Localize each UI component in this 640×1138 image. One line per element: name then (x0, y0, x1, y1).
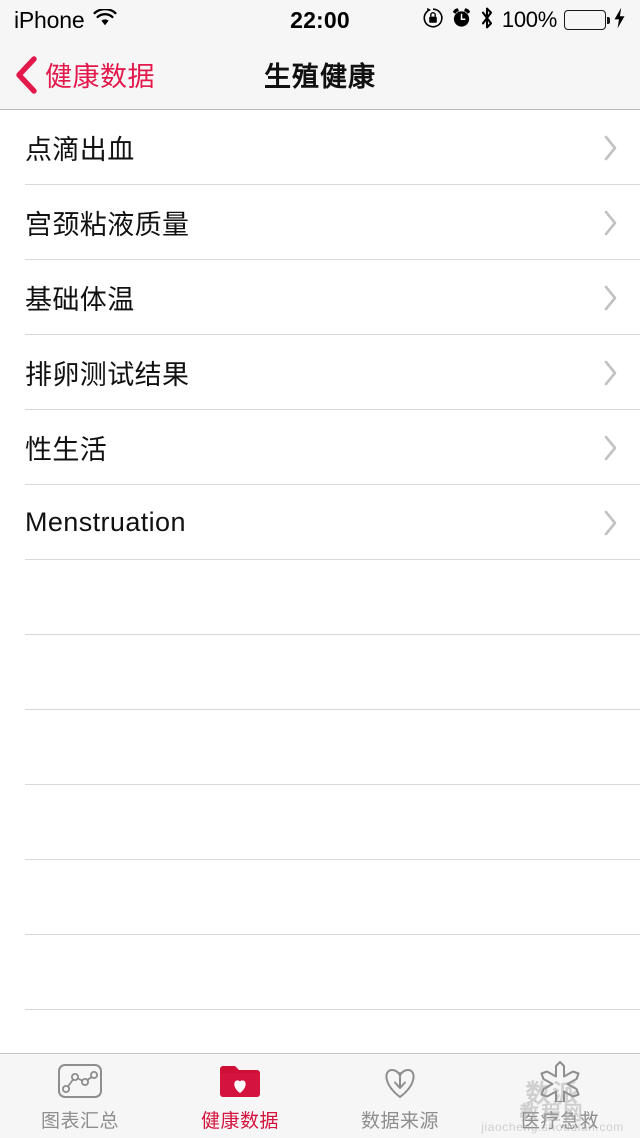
list-item-empty (0, 860, 640, 935)
tab-label: 医疗急救 (520, 1111, 599, 1132)
list-item-label: 宫颈粘液质量 (25, 210, 190, 240)
bluetooth-icon (479, 6, 495, 35)
list-item-label: Menstruation (25, 507, 186, 537)
chevron-right-icon (602, 358, 620, 388)
chevron-right-icon (602, 133, 620, 163)
list-item-label: 排卵测试结果 (25, 360, 190, 390)
list-item-empty (0, 785, 640, 860)
list-item[interactable]: 排卵测试结果 (0, 335, 640, 410)
list-item-empty (0, 560, 640, 635)
list-item[interactable]: 点滴出血 (0, 110, 640, 185)
list-item-label: 基础体温 (25, 285, 135, 315)
chart-summary-icon (57, 1059, 103, 1103)
list-item-label: 性生活 (25, 435, 108, 465)
reproductive-health-list: 点滴出血 宫颈粘液质量 基础体温 排卵测试结果 性生活 Menstruation (0, 110, 640, 1010)
lightning-bolt-icon (613, 7, 626, 34)
tab-charts[interactable]: 图表汇总 (0, 1054, 160, 1138)
tab-medical-id[interactable]: 医疗急救 (480, 1054, 640, 1138)
list-item[interactable]: 宫颈粘液质量 (0, 185, 640, 260)
chevron-right-icon (602, 208, 620, 238)
rotation-lock-icon (422, 7, 444, 34)
list-item-label: 点滴出血 (25, 135, 135, 165)
battery-percentage-label: 100% (501, 7, 557, 32)
back-button-label: 健康数据 (45, 62, 155, 92)
carrier-label: iPhone (14, 6, 85, 33)
chevron-left-icon (13, 55, 39, 94)
chevron-right-icon (602, 508, 620, 538)
wifi-icon (93, 7, 117, 32)
status-bar: iPhone 22:00 100% (0, 0, 640, 40)
tab-health-data[interactable]: 健康数据 (160, 1054, 320, 1138)
alarm-clock-icon (451, 7, 472, 34)
medical-id-asterisk-icon (538, 1059, 582, 1103)
navigation-bar: 健康数据 生殖健康 (0, 40, 640, 110)
tab-label: 图表汇总 (40, 1111, 119, 1132)
tab-label: 健康数据 (200, 1111, 279, 1132)
health-data-folder-icon (218, 1059, 262, 1103)
tab-label: 数据来源 (360, 1111, 439, 1132)
list-item-empty (0, 710, 640, 785)
chevron-right-icon (602, 433, 620, 463)
status-bar-right: 100% (422, 6, 626, 35)
chevron-right-icon (602, 283, 620, 313)
list-item[interactable]: 基础体温 (0, 260, 640, 335)
sources-heart-download-icon (378, 1059, 422, 1103)
list-item[interactable]: 性生活 (0, 410, 640, 485)
list-item-empty (0, 935, 640, 1010)
tab-bar: 图表汇总 健康数据 数据来源 医疗急救 (0, 1053, 640, 1138)
list-item[interactable]: Menstruation (0, 485, 640, 560)
back-button[interactable]: 健康数据 (0, 55, 155, 94)
tab-sources[interactable]: 数据来源 (320, 1054, 480, 1138)
list-item-empty (0, 635, 640, 710)
battery-icon (564, 10, 610, 30)
status-bar-left: iPhone (14, 7, 117, 34)
